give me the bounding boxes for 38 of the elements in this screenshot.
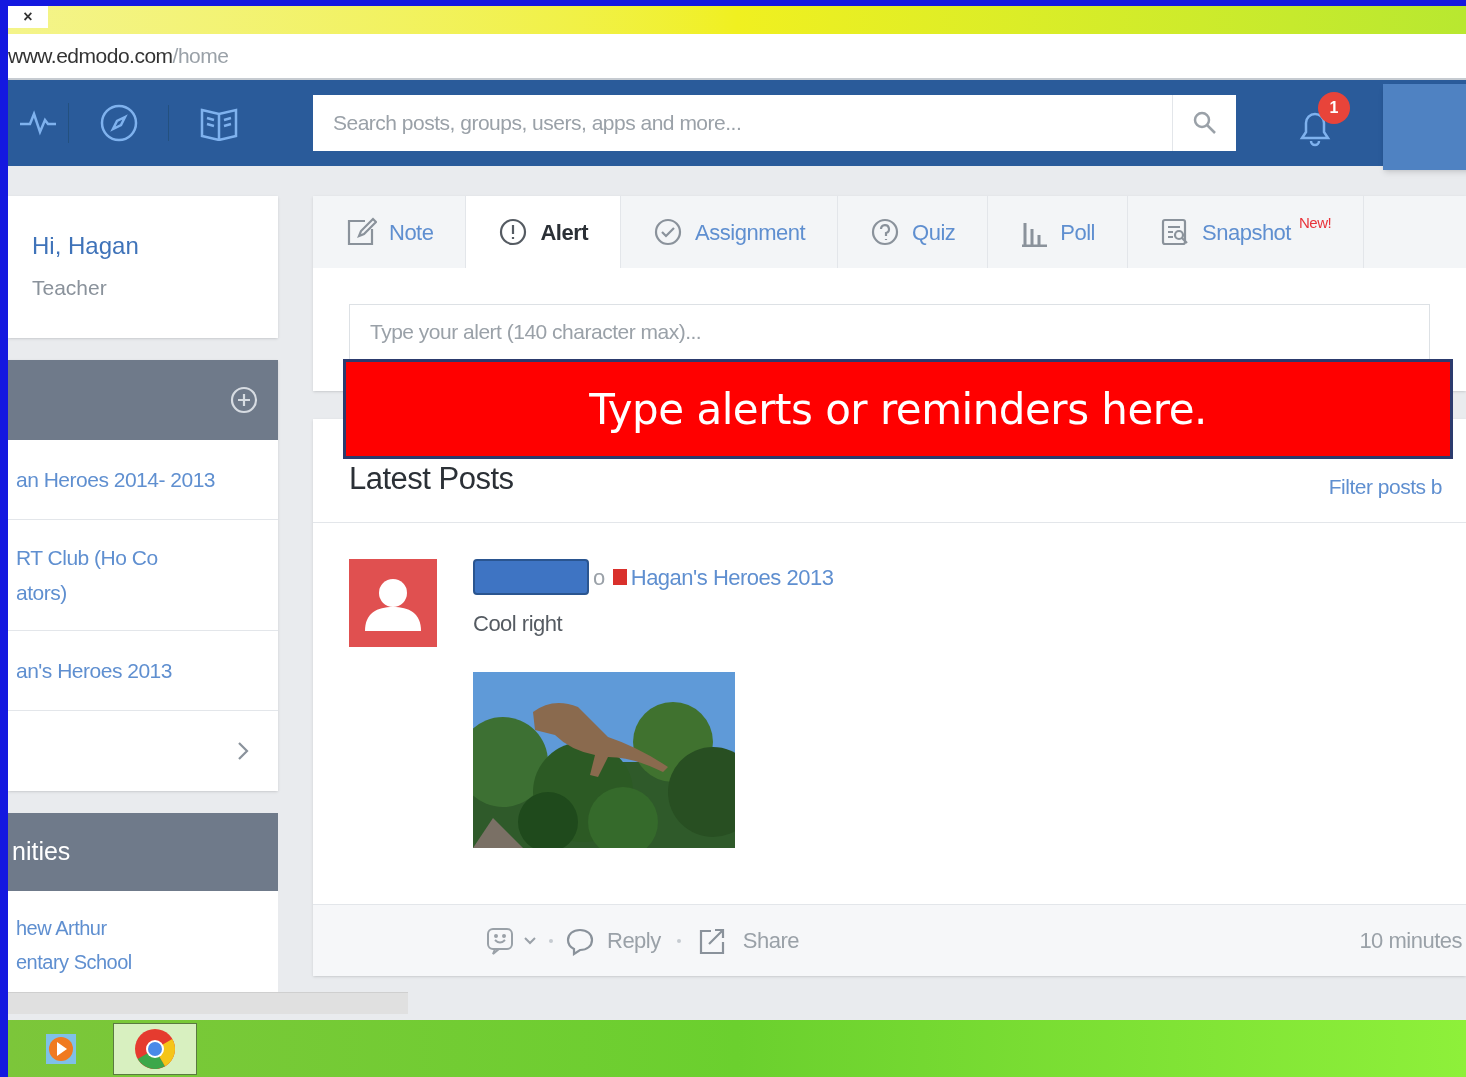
address-bar[interactable]: www.edmodo.com/home: [8, 34, 1466, 80]
browser-logo-icon: [134, 1027, 176, 1070]
check-circle-icon: [653, 217, 684, 247]
notification-badge: 1: [1318, 92, 1350, 124]
add-circle-icon[interactable]: [230, 386, 258, 414]
search-icon[interactable]: [1191, 110, 1218, 136]
feed-title: Latest Posts: [349, 459, 514, 498]
user-role: Teacher: [32, 275, 108, 301]
browser-taskbar-button[interactable]: [113, 1022, 197, 1075]
reply-button[interactable]: Reply: [607, 924, 661, 957]
search-field[interactable]: Search posts, groups, users, apps and more...: [313, 95, 1236, 151]
horizontal-scrollbar[interactable]: [8, 992, 408, 1014]
alert-icon: [498, 217, 529, 247]
composer-tab[interactable]: Alert: [466, 196, 622, 268]
communities-header: nities: [8, 813, 278, 891]
community-link[interactable]: hew Arthur entary School: [16, 911, 258, 979]
group-link[interactable]: RT Club (Ho Co ators): [16, 540, 158, 610]
media-player-icon[interactable]: [43, 1031, 78, 1066]
chevron-right-icon[interactable]: [236, 740, 250, 762]
group-link[interactable]: an Heroes 2014- 2013: [16, 462, 215, 497]
callout-banner: Type alerts or reminders here.: [343, 359, 1453, 459]
post-time: 10 minutes: [1359, 927, 1463, 955]
close-tab-button[interactable]: ×: [8, 6, 48, 28]
avatar-icon: [349, 559, 437, 647]
filter-link[interactable]: Filter posts b: [1328, 470, 1442, 502]
group-link[interactable]: Hagan's Heroes 2013: [630, 560, 834, 594]
new-label: New!: [1298, 213, 1332, 233]
group-link[interactable]: an's Heroes 2013: [16, 653, 172, 688]
post-message: Cool right: [473, 610, 564, 638]
question-icon: [870, 217, 901, 247]
smiley-icon[interactable]: [485, 925, 515, 956]
greeting: Hi, Hagan: [32, 231, 140, 261]
author-text: o: [593, 563, 605, 592]
caret-icon[interactable]: [523, 935, 537, 946]
pencil-square-icon: [345, 216, 377, 248]
compass-icon[interactable]: [98, 103, 139, 143]
share-button[interactable]: Share: [742, 924, 799, 957]
snapshot-icon: [1160, 217, 1190, 247]
